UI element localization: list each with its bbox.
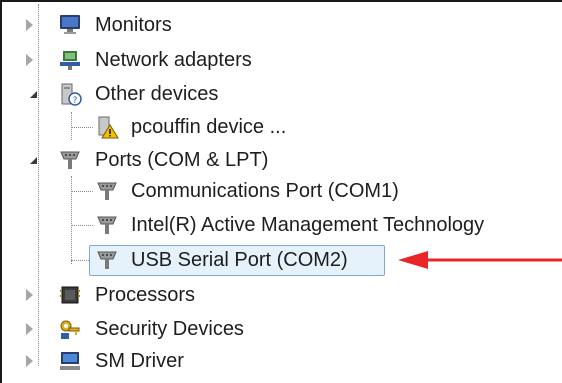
network-adapter-icon <box>58 48 82 72</box>
tree-item-label: Network adapters <box>95 49 252 71</box>
port-icon <box>58 148 82 172</box>
device-tree: Monitors Network adapters ? Other device… <box>0 0 562 383</box>
collapse-icon[interactable] <box>30 91 37 98</box>
collapse-icon[interactable] <box>30 157 37 164</box>
tree-item-label: Communications Port (COM1) <box>131 180 399 202</box>
port-icon <box>95 213 119 237</box>
tree-item-label: Monitors <box>95 14 172 36</box>
tree-item-security-devices[interactable]: Security Devices <box>0 314 500 344</box>
computer-icon <box>58 349 82 373</box>
tree-item-usb-serial-port[interactable]: USB Serial Port (COM2) <box>0 245 400 275</box>
monitor-icon <box>58 13 82 37</box>
tree-item-label: Processors <box>95 284 196 306</box>
expand-icon[interactable] <box>26 54 33 66</box>
expand-icon[interactable] <box>26 19 33 31</box>
tree-item-monitors[interactable]: Monitors <box>0 10 500 40</box>
tree-item-label: USB Serial Port (COM2) <box>131 249 348 271</box>
tree-item-sm-driver[interactable]: SM Driver <box>0 346 500 376</box>
tree-item-ports[interactable]: Ports (COM & LPT) <box>0 145 500 175</box>
expand-icon[interactable] <box>26 355 33 367</box>
tree-item-label: Security Devices <box>95 318 244 340</box>
tree-item-label: pcouffin device ... <box>131 116 287 138</box>
processor-icon <box>58 283 82 307</box>
expand-icon[interactable] <box>26 323 33 335</box>
tree-item-label: Ports (COM & LPT) <box>95 149 269 171</box>
tree-item-other-devices[interactable]: ? Other devices <box>0 79 500 109</box>
security-key-icon <box>58 317 82 341</box>
unknown-device-icon: ? <box>58 82 82 106</box>
tree-item-processors[interactable]: Processors <box>0 280 500 310</box>
red-arrow-icon <box>398 251 562 269</box>
warning-device-icon <box>95 115 119 139</box>
tree-item-label: Other devices <box>95 83 219 105</box>
tree-item-intel-amt[interactable]: Intel(R) Active Management Technology <box>0 210 562 240</box>
tree-item-network-adapters[interactable]: Network adapters <box>0 45 500 75</box>
port-icon <box>95 248 119 272</box>
svg-text:?: ? <box>73 96 78 106</box>
tree-item-pcouffin-device[interactable]: pcouffin device ... <box>0 112 500 142</box>
port-icon <box>95 179 119 203</box>
tree-item-label: Intel(R) Active Management Technology <box>131 214 485 236</box>
tree-item-label: SM Driver <box>95 350 184 372</box>
tree-item-com1[interactable]: Communications Port (COM1) <box>0 176 480 206</box>
expand-icon[interactable] <box>26 289 33 301</box>
